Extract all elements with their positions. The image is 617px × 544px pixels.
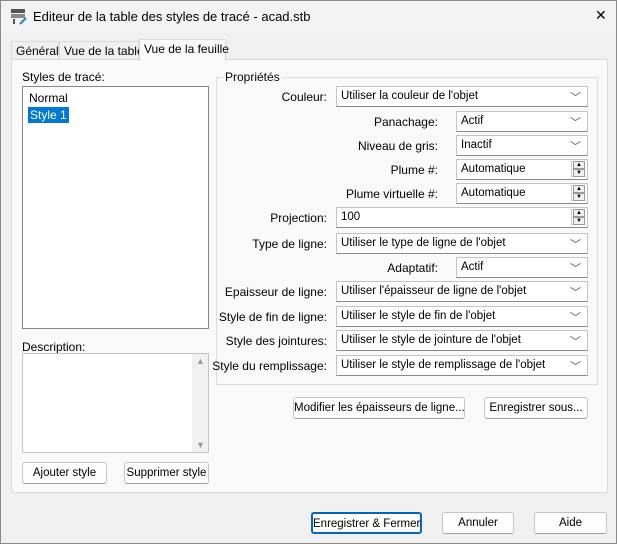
color-value: Utiliser la couleur de l'objet (341, 90, 479, 102)
delete-style-button[interactable]: Supprimer style (124, 462, 209, 484)
linetype-select[interactable]: Utiliser le type de ligne de l'objet ﹀ (336, 233, 588, 254)
scroll-down-icon[interactable]: ▼ (196, 440, 205, 450)
line-end-value: Utiliser le style de fin de l'objet (341, 310, 496, 322)
line-join-select[interactable]: Utiliser le style de jointure de l'objet… (336, 330, 588, 351)
description-label: Description: (22, 340, 86, 354)
save-close-button[interactable]: Enregistrer & Fermer (311, 512, 422, 534)
tab-table-view[interactable]: Vue de la table (59, 41, 144, 60)
linetype-label: Type de ligne: (252, 237, 327, 251)
window-title: Editeur de la table des styles de tracé … (33, 9, 311, 24)
virtual-pen-value: Automatique (461, 187, 526, 199)
chevron-down-icon: ﹀ (570, 141, 581, 153)
grayscale-value: Inactif (461, 139, 492, 151)
properties-title: Propriétés (223, 70, 282, 84)
help-button[interactable]: Aide (534, 512, 607, 534)
adaptive-select[interactable]: Actif ﹀ (456, 257, 588, 278)
save-as-button[interactable]: Enregistrer sous... (484, 397, 588, 419)
dialog-window: Editeur de la table des styles de tracé … (0, 0, 617, 544)
title-bar: Editeur de la table des styles de tracé … (1, 1, 616, 32)
line-join-value: Utiliser le style de jointure de l'objet (341, 334, 521, 346)
grayscale-label: Niveau de gris: (357, 139, 438, 153)
screening-value: 100 (341, 211, 361, 223)
plot-styles-list[interactable]: Normal Style 1 (22, 86, 209, 329)
chevron-down-icon: ﹀ (570, 312, 581, 324)
spin-up-icon[interactable]: ▲ (573, 185, 585, 193)
screening-spinner[interactable]: 100 ▲ ▼ (336, 207, 588, 228)
plot-styles-label: Styles de tracé: (22, 70, 105, 84)
add-style-button[interactable]: Ajouter style (22, 462, 107, 484)
plot-style-app-icon (11, 9, 27, 25)
spin-down-icon[interactable]: ▼ (573, 193, 585, 201)
chevron-down-icon: ﹀ (570, 361, 581, 373)
tab-general[interactable]: Général (11, 41, 59, 60)
adaptive-label: Adaptatif: (387, 261, 438, 275)
close-icon[interactable]: ✕ (595, 7, 607, 24)
fill-value: Utiliser le style de remplissage de l'ob… (341, 359, 546, 371)
spin-up-icon[interactable]: ▲ (573, 209, 585, 217)
color-label: Couleur: (281, 90, 327, 104)
chevron-down-icon: ﹀ (570, 239, 581, 251)
scroll-up-icon[interactable]: ▲ (196, 356, 205, 366)
grayscale-select[interactable]: Inactif ﹀ (456, 135, 588, 156)
spinner-buttons[interactable]: ▲ ▼ (571, 161, 586, 178)
lineweight-select[interactable]: Utiliser l'épaisseur de ligne de l'objet… (336, 281, 588, 302)
chevron-down-icon: ﹀ (570, 263, 581, 275)
description-textarea[interactable]: ▲ ▼ (22, 353, 209, 453)
tab-form-view[interactable]: Vue de la feuille (139, 39, 229, 61)
screening-label: Projection: (270, 211, 327, 225)
pen-value: Automatique (461, 163, 526, 175)
chevron-down-icon: ﹀ (570, 117, 581, 129)
spinner-buttons[interactable]: ▲ ▼ (571, 185, 586, 202)
lineweight-label: Epaisseur de ligne: (224, 285, 327, 299)
pen-spinner[interactable]: Automatique ▲ ▼ (456, 159, 588, 180)
virtual-pen-label: Plume virtuelle #: (345, 187, 438, 201)
line-end-label: Style de fin de ligne: (218, 310, 327, 324)
virtual-pen-spinner[interactable]: Automatique ▲ ▼ (456, 183, 588, 204)
cancel-button[interactable]: Annuler (442, 512, 514, 534)
chevron-down-icon: ﹀ (570, 287, 581, 299)
color-select[interactable]: Utiliser la couleur de l'objet ﹀ (336, 86, 588, 107)
edit-lineweights-button[interactable]: Modifier les épaisseurs de ligne... (293, 397, 465, 419)
spin-down-icon[interactable]: ▼ (573, 169, 585, 177)
spin-down-icon[interactable]: ▼ (573, 217, 585, 225)
pen-label: Plume #: (390, 163, 438, 177)
dither-value: Actif (461, 115, 484, 127)
fill-select[interactable]: Utiliser le style de remplissage de l'ob… (336, 355, 588, 376)
line-join-label: Style des jointures: (225, 334, 327, 348)
dither-select[interactable]: Actif ﹀ (456, 111, 588, 132)
line-end-select[interactable]: Utiliser le style de fin de l'objet ﹀ (336, 306, 588, 327)
list-item-selected[interactable]: Style 1 (28, 107, 69, 123)
adaptive-value: Actif (461, 261, 484, 273)
spin-up-icon[interactable]: ▲ (573, 161, 585, 169)
spinner-buttons[interactable]: ▲ ▼ (571, 209, 586, 226)
fill-label: Style du remplissage: (212, 359, 327, 373)
lineweight-value: Utiliser l'épaisseur de ligne de l'objet (341, 285, 527, 297)
dither-label: Panachage: (373, 115, 438, 129)
linetype-value: Utiliser le type de ligne de l'objet (341, 237, 506, 249)
list-item[interactable]: Normal (29, 91, 68, 105)
chevron-down-icon: ﹀ (570, 92, 581, 104)
scrollbar[interactable]: ▲ ▼ (192, 354, 208, 452)
chevron-down-icon: ﹀ (570, 336, 581, 348)
